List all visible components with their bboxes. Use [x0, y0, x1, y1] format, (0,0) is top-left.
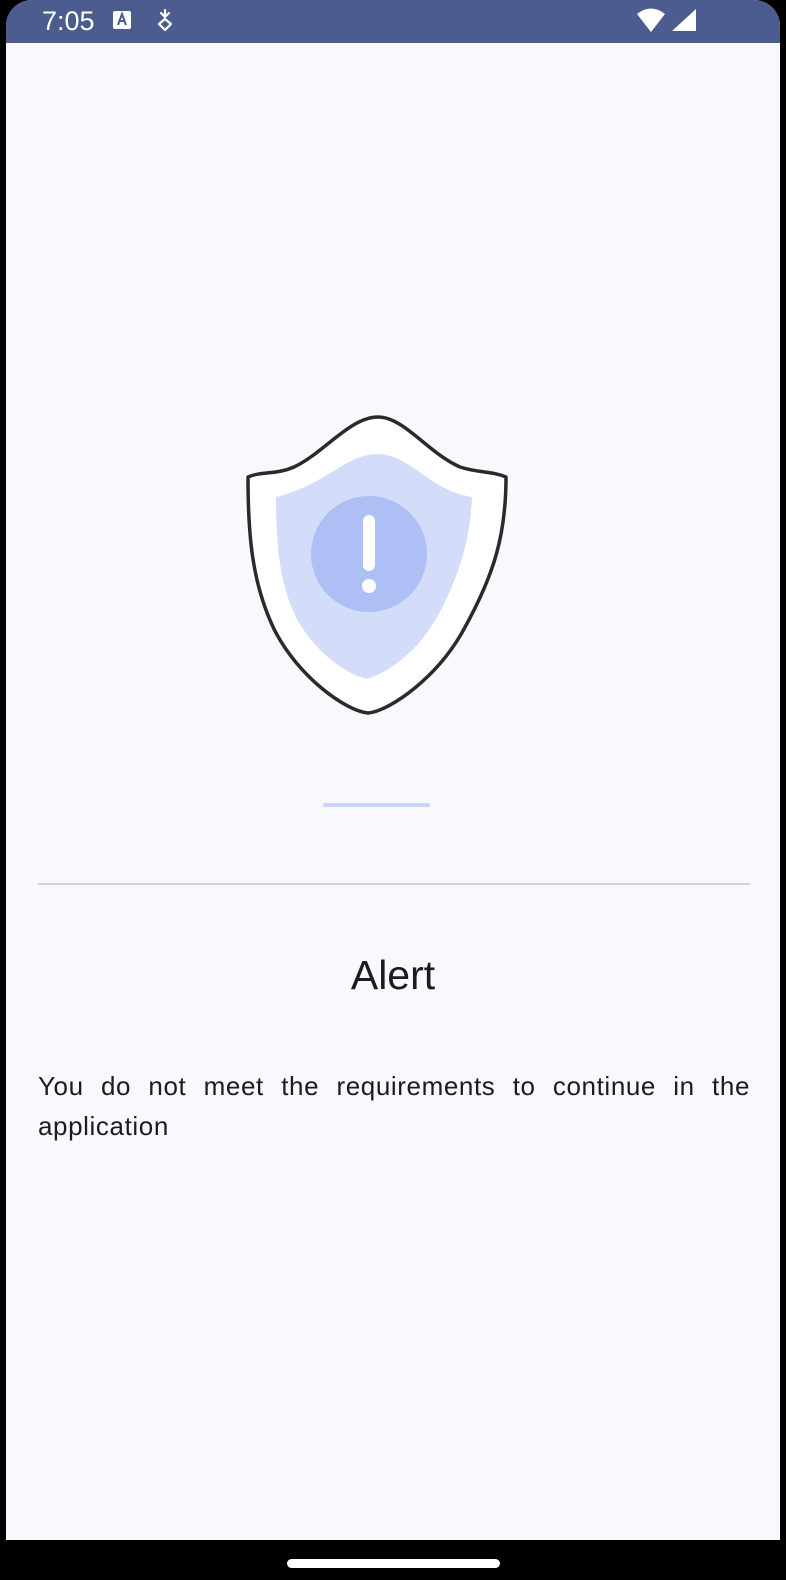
wifi-icon: [636, 7, 666, 38]
status-bar: 7:05: [6, 0, 780, 43]
download-shield-icon: [156, 8, 174, 37]
device-frame: 7:05 Alert You do not meet the requireme…: [0, 0, 786, 1580]
keyboard-a-icon: [112, 10, 132, 35]
home-indicator[interactable]: [287, 1559, 500, 1568]
shield-warning-icon: [246, 415, 510, 717]
app-screen: 7:05 Alert You do not meet the requireme…: [6, 0, 780, 1540]
divider: [38, 883, 750, 885]
accent-line: [323, 803, 430, 807]
status-time: 7:05: [42, 6, 95, 36]
dialog-message: You do not meet the requirements to cont…: [38, 1071, 750, 1141]
cellular-signal-icon: [671, 8, 697, 37]
dialog-title: Alert: [350, 952, 436, 998]
